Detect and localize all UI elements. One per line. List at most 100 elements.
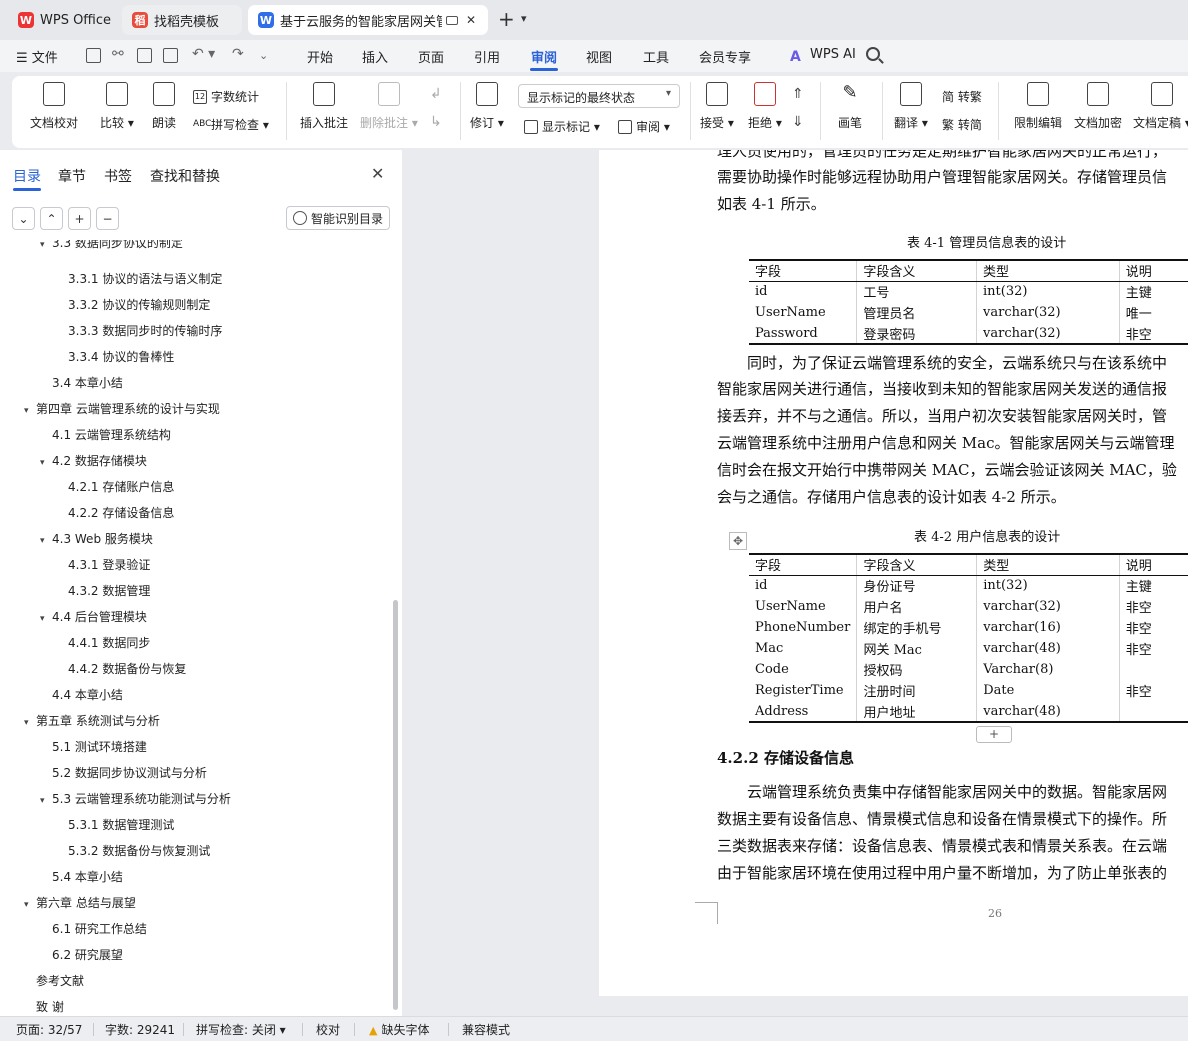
translate-button[interactable]: 翻译 ▾ [894, 82, 928, 131]
table-cell[interactable]: 唯一 [1118, 302, 1188, 323]
previous-comment-icon[interactable]: ↲ [430, 86, 442, 102]
word-count-indicator[interactable]: 字数: 29241 [105, 1021, 175, 1038]
word-count-button[interactable]: 12 字数统计 [193, 88, 259, 105]
chevron-down-icon[interactable]: ▾ [24, 718, 36, 728]
toc-item[interactable]: 3.3.3 数据同步时的传输时序 [68, 322, 222, 339]
toc-item[interactable]: ▾ 4.4 后台管理模块 [40, 608, 147, 625]
table-cell[interactable]: 主键 [1118, 281, 1188, 302]
table-cell[interactable]: varchar(32) [976, 596, 1120, 617]
toc-item[interactable]: 3.3.1 协议的语法与语义制定 [68, 270, 222, 287]
smart-toc-button[interactable]: 智能识别目录 [286, 206, 390, 230]
tab-template-store[interactable]: 稻 找稻壳模板 [122, 5, 242, 35]
quick-access-dropdown-icon[interactable]: ⌄ [259, 49, 268, 62]
table-cell[interactable]: Date [976, 680, 1120, 701]
toc-item[interactable]: 5.3.2 数据备份与恢复测试 [68, 842, 210, 859]
toc-item[interactable]: ▾ 4.2 数据存储模块 [40, 452, 147, 469]
monitor-icon[interactable] [446, 15, 458, 25]
new-tab-plus-icon[interactable]: + [498, 9, 515, 29]
next-change-icon[interactable]: ⇓ [792, 114, 804, 130]
nav-tab-bookmarks[interactable]: 书签 [104, 166, 132, 186]
table-cell[interactable] [1118, 701, 1188, 723]
table-cell[interactable] [1118, 659, 1188, 680]
toc-item[interactable]: 致 谢 [36, 998, 64, 1015]
pen-button[interactable]: ✎ 画笔 [838, 82, 862, 131]
file-menu[interactable]: ☰ 文件 [16, 47, 58, 66]
toc-item[interactable]: ▾ 第四章 云端管理系统的设计与实现 [24, 400, 220, 417]
compare-button[interactable]: 比较 ▾ [100, 82, 134, 131]
show-markup-button[interactable]: 显示标记 ▾ [524, 118, 600, 135]
next-comment-icon[interactable]: ↳ [430, 114, 442, 130]
table-cell[interactable]: 身份证号 [856, 575, 977, 596]
proofread-status[interactable]: 校对 [316, 1021, 340, 1038]
toc-item[interactable]: 4.4.1 数据同步 [68, 634, 150, 651]
table-cell[interactable]: int(32) [976, 281, 1120, 302]
toc-item[interactable]: ▾ 5.3 云端管理系统功能测试与分析 [40, 790, 231, 807]
previous-change-icon[interactable]: ⇑ [792, 86, 804, 102]
chevron-down-icon[interactable]: ▾ [24, 900, 36, 910]
undo-icon[interactable]: ↶ ▾ [192, 46, 215, 62]
chevron-down-icon[interactable]: ▾ [521, 12, 527, 25]
table-cell[interactable]: Password [749, 323, 857, 345]
save-icon[interactable] [86, 48, 101, 63]
menu-member-exclusive[interactable]: 会员专享 [699, 47, 751, 66]
table-cell[interactable]: 用户地址 [856, 701, 977, 723]
chevron-down-icon[interactable]: ▾ [40, 536, 52, 546]
table-cell[interactable]: 授权码 [856, 659, 977, 680]
spell-check-status[interactable]: 拼写检查: 关闭 ▾ [196, 1021, 286, 1038]
reject-button[interactable]: 拒绝 ▾ [748, 82, 782, 131]
chevron-down-icon[interactable]: ▾ [40, 614, 52, 624]
chevron-down-icon[interactable]: ▾ [40, 796, 52, 806]
menu-view[interactable]: 视图 [586, 47, 612, 66]
review-pane-button[interactable]: 审阅 ▾ [618, 118, 670, 135]
link-icon[interactable]: ⚯ [112, 46, 124, 62]
to-traditional-button[interactable]: 简 转繁 [942, 88, 982, 105]
table-cell[interactable]: Code [749, 659, 857, 680]
tab-wps-office[interactable]: W WPS Office [8, 5, 116, 35]
table-cell[interactable]: 网关 Mac [856, 638, 977, 659]
collapse-icon[interactable]: ⌃ [40, 207, 63, 230]
table-cell[interactable]: id [749, 575, 857, 596]
accept-button[interactable]: 接受 ▾ [700, 82, 734, 131]
insert-comment-button[interactable]: 插入批注 [300, 82, 348, 131]
table-cell[interactable]: varchar(32) [976, 323, 1120, 345]
add-row-button[interactable]: + [976, 726, 1012, 743]
toc-item[interactable]: 4.4.2 数据备份与恢复 [68, 660, 186, 677]
table-cell[interactable]: Address [749, 701, 857, 723]
encrypt-button[interactable]: 文档加密 [1074, 82, 1122, 131]
read-aloud-button[interactable]: 朗读 [152, 82, 176, 131]
redo-icon[interactable]: ↷ [232, 46, 244, 62]
toc-item[interactable]: ▾ 第六章 总结与展望 [24, 894, 136, 911]
table-cell[interactable]: varchar(48) [976, 638, 1120, 659]
chevron-down-icon[interactable]: ▾ [40, 458, 52, 468]
table-cell[interactable]: Mac [749, 638, 857, 659]
track-changes-button[interactable]: 修订 ▾ [470, 82, 504, 131]
menu-page[interactable]: 页面 [418, 47, 444, 66]
close-tab-icon[interactable]: ✕ [466, 13, 476, 27]
table-cell[interactable]: 绑定的手机号 [856, 617, 977, 638]
menu-home[interactable]: 开始 [307, 47, 333, 66]
toc-item[interactable]: ▾ 3.3 数据同步协议的制定 [40, 240, 183, 251]
close-icon[interactable]: ✕ [371, 164, 384, 183]
delete-comment-button[interactable]: 删除批注 ▾ [360, 82, 418, 131]
missing-font-status[interactable]: ▲ 缺失字体 [369, 1021, 429, 1038]
demote-minus-icon[interactable]: − [96, 207, 119, 230]
toc-item[interactable]: 5.2 数据同步协议测试与分析 [52, 764, 207, 781]
table-cell[interactable]: 用户名 [856, 596, 977, 617]
toc-item[interactable]: 3.3.2 协议的传输规则制定 [68, 296, 210, 313]
table-cell[interactable]: id [749, 281, 857, 302]
nav-tab-chapters[interactable]: 章节 [58, 166, 86, 186]
toc-item[interactable]: ▾ 第五章 系统测试与分析 [24, 712, 160, 729]
toc-item[interactable]: 4.1 云端管理系统结构 [52, 426, 171, 443]
table-cell[interactable]: 非空 [1118, 617, 1188, 638]
toc-item[interactable]: ▾ 4.3 Web 服务模块 [40, 530, 153, 547]
toc-item[interactable]: 5.3.1 数据管理测试 [68, 816, 174, 833]
table-cell[interactable]: 管理员名 [856, 302, 977, 323]
toc-item[interactable]: 5.1 测试环境搭建 [52, 738, 147, 755]
toc-item[interactable]: 参考文献 [36, 972, 84, 989]
toc-item[interactable]: 4.2.2 存储设备信息 [68, 504, 174, 521]
table-cell[interactable]: 工号 [856, 281, 977, 302]
scrollbar[interactable] [393, 600, 398, 1010]
table-cell[interactable]: 非空 [1118, 596, 1188, 617]
menu-references[interactable]: 引用 [474, 47, 500, 66]
toc-item[interactable]: 4.4 本章小结 [52, 686, 123, 703]
